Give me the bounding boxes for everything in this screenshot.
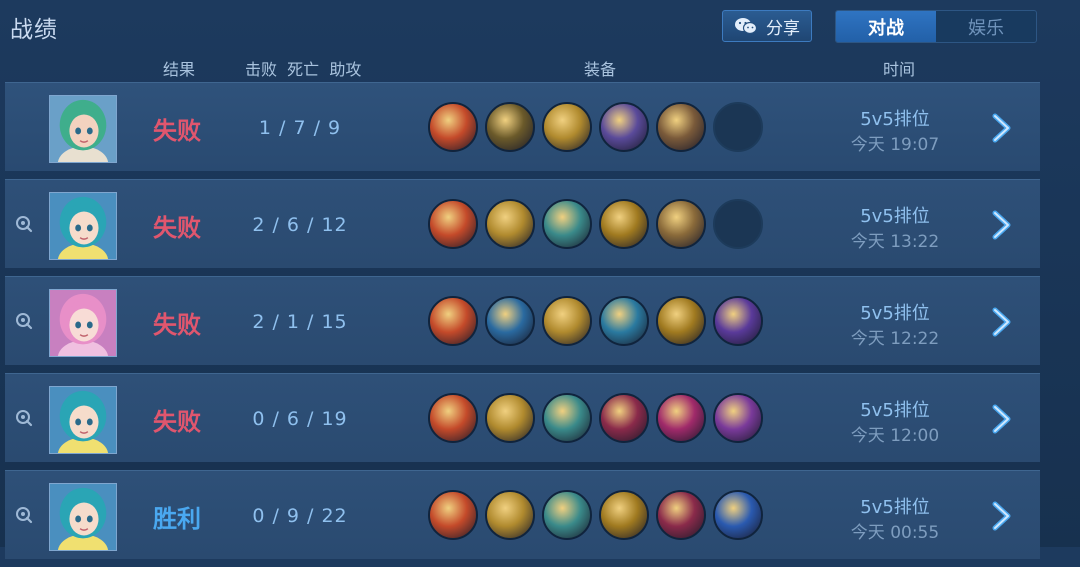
equipment-item-icon <box>428 490 478 540</box>
empty-item-slot <box>713 102 763 152</box>
equipment-item-icon <box>599 102 649 152</box>
empty-item-slot <box>713 199 763 249</box>
match-row[interactable]: 失败 2 / 6 / 12 5v5排位今天 13:22 <box>5 179 1040 268</box>
match-result: 失败 <box>153 311 201 339</box>
equipment-item-icon <box>599 393 649 443</box>
game-mode: 5v5排位 <box>860 303 930 324</box>
kda-stats: 0 / 6 / 19 <box>252 408 348 430</box>
equipment-item-icon <box>542 296 592 346</box>
hero-avatar <box>49 95 117 163</box>
equipment-item-icon <box>485 102 535 152</box>
equipment-item-icon <box>428 393 478 443</box>
match-time: 今天 12:22 <box>850 329 940 349</box>
equipment-list <box>428 490 763 540</box>
equipment-item-icon <box>656 296 706 346</box>
match-result: 失败 <box>153 117 201 145</box>
match-row[interactable]: 胜利 0 / 9 / 22 5v5排位今天 00:55 <box>5 470 1040 559</box>
match-list: 失败 1 / 7 / 9 5v5排位 今天 19:07 失败 2 / 6 / 12 5v5… <box>5 82 1040 567</box>
column-header-equipment: 装备 <box>584 60 617 79</box>
match-row[interactable]: 失败 1 / 7 / 9 5v5排位今天 19:07 <box>5 82 1040 171</box>
match-row[interactable]: 失败 0 / 6 / 19 5v5排位今天 12:00 <box>5 373 1040 462</box>
chevron-right-icon[interactable] <box>990 307 1016 337</box>
equipment-list <box>428 393 763 443</box>
match-result: 失败 <box>153 408 201 436</box>
equipment-item-icon <box>599 490 649 540</box>
equipment-item-icon <box>656 102 706 152</box>
share-label: 分享 <box>766 18 800 39</box>
share-button[interactable]: 分享 <box>722 10 812 42</box>
tab-battle[interactable]: 对战 <box>836 11 936 42</box>
equipment-item-icon <box>656 199 706 249</box>
hero-green-hair-icon <box>50 96 116 162</box>
equipment-list <box>428 102 763 152</box>
match-time: 今天 13:22 <box>850 232 940 252</box>
kda-stats: 2 / 6 / 12 <box>252 214 348 236</box>
equipment-item-icon <box>485 199 535 249</box>
equipment-item-icon <box>485 490 535 540</box>
equipment-item-icon <box>713 490 763 540</box>
tab-entertainment[interactable]: 娱乐 <box>936 11 1036 42</box>
match-time: 今天 00:55 <box>850 523 940 543</box>
equipment-list <box>428 296 763 346</box>
kda-stats: 1 / 7 / 9 <box>258 117 342 139</box>
replay-icon[interactable] <box>15 312 33 330</box>
equipment-item-icon <box>713 296 763 346</box>
replay-icon[interactable] <box>15 215 33 233</box>
hero-pink-hair-icon <box>50 290 116 356</box>
replay-icon[interactable] <box>15 506 33 524</box>
kda-stats: 0 / 9 / 22 <box>252 505 348 527</box>
kda-stats: 2 / 1 / 15 <box>252 311 348 333</box>
equipment-item-icon <box>485 296 535 346</box>
chevron-right-icon[interactable] <box>990 501 1016 531</box>
hero-avatar <box>49 483 117 551</box>
match-row[interactable]: 失败 2 / 1 / 15 5v5排位今天 12:22 <box>5 276 1040 365</box>
hero-teal-hair-icon <box>50 193 116 259</box>
equipment-item-icon <box>656 490 706 540</box>
equipment-item-icon <box>542 393 592 443</box>
column-header-time: 时间 <box>883 60 916 79</box>
equipment-item-icon <box>542 490 592 540</box>
equipment-item-icon <box>599 296 649 346</box>
page-title: 战绩 <box>10 17 58 43</box>
equipment-item-icon <box>542 102 592 152</box>
equipment-item-icon <box>656 393 706 443</box>
chevron-right-icon[interactable] <box>990 113 1016 143</box>
match-result: 胜利 <box>153 505 201 533</box>
game-mode: 5v5排位 <box>860 400 930 421</box>
equipment-item-icon <box>542 199 592 249</box>
column-header-kda: 击败 死亡 助攻 <box>245 60 362 79</box>
replay-icon[interactable] <box>15 409 33 427</box>
chevron-right-icon[interactable] <box>990 210 1016 240</box>
mode-switch: 对战 娱乐 <box>835 10 1037 43</box>
game-mode: 5v5排位 <box>860 109 930 130</box>
column-header-result: 结果 <box>163 60 196 79</box>
match-result: 失败 <box>153 214 201 242</box>
equipment-item-icon <box>428 102 478 152</box>
equipment-item-icon <box>428 296 478 346</box>
equipment-item-icon <box>599 199 649 249</box>
game-mode: 5v5排位 <box>860 206 930 227</box>
hero-teal-hair-icon <box>50 387 116 453</box>
wechat-icon <box>735 18 758 35</box>
hero-teal-hair-icon <box>50 484 116 550</box>
hero-avatar <box>49 289 117 357</box>
game-mode: 5v5排位 <box>860 497 930 518</box>
chevron-right-icon[interactable] <box>990 404 1016 434</box>
hero-avatar <box>49 386 117 454</box>
match-time: 今天 19:07 <box>850 135 940 155</box>
equipment-item-icon <box>485 393 535 443</box>
hero-avatar <box>49 192 117 260</box>
match-time: 今天 12:00 <box>850 426 940 446</box>
equipment-list <box>428 199 763 249</box>
equipment-item-icon <box>713 393 763 443</box>
equipment-item-icon <box>428 199 478 249</box>
